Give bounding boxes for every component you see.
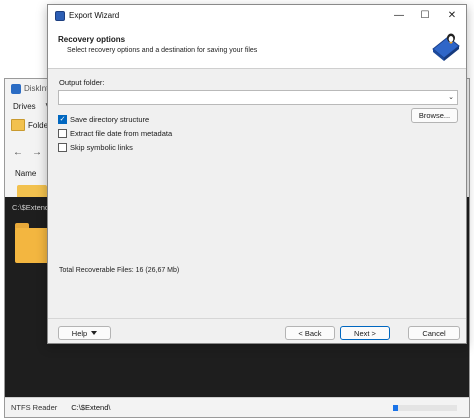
- status-path: C:\$Extend\: [71, 403, 111, 412]
- folder-icon: [11, 119, 25, 131]
- step-title: Recovery options: [58, 35, 126, 44]
- background-menu: Drives V: [13, 102, 51, 111]
- chevron-down-icon[interactable]: ⌄: [445, 91, 457, 104]
- toolbar-folder-label: Folde: [28, 120, 49, 130]
- current-path: C:\$Extend\: [12, 203, 52, 212]
- folder-icon[interactable]: [15, 223, 49, 263]
- back-button[interactable]: < Back: [285, 326, 335, 340]
- option-save-directory-structure[interactable]: ✓ Save directory structure: [58, 115, 149, 124]
- back-arrow-icon[interactable]: ←: [13, 147, 23, 158]
- total-recoverable-files: Total Recoverable Files: 16 (26,67 Mb): [59, 267, 180, 274]
- dialog-titlebar[interactable]: Export Wizard — ☐ ✕: [48, 5, 466, 27]
- forward-arrow-icon[interactable]: →: [32, 147, 42, 158]
- option-extract-file-date[interactable]: Extract file date from metadata: [58, 129, 172, 138]
- app-icon: [11, 84, 21, 94]
- checkbox-checked-icon[interactable]: ✓: [58, 115, 67, 124]
- option-label: Extract file date from metadata: [70, 129, 173, 138]
- help-button-label: Help: [71, 328, 88, 338]
- help-button[interactable]: Help: [58, 326, 111, 340]
- close-icon[interactable]: ✕: [443, 8, 461, 24]
- minimize-icon[interactable]: —: [390, 8, 408, 24]
- export-wizard-dialog: Export Wizard — ☐ ✕ Recovery options Sel…: [47, 4, 467, 344]
- next-button[interactable]: Next >: [340, 326, 390, 340]
- output-folder-label: Output folder:: [59, 78, 105, 87]
- menu-item-drives[interactable]: Drives: [13, 102, 36, 111]
- output-folder-input[interactable]: [58, 90, 458, 105]
- folder-icon: [17, 185, 47, 197]
- option-skip-symbolic-links[interactable]: Skip symbolic links: [58, 143, 133, 152]
- step-subtitle: Select recovery options and a destinatio…: [67, 47, 258, 54]
- progress-bar: [393, 405, 457, 411]
- maximize-icon[interactable]: ☐: [416, 8, 434, 24]
- option-label: Save directory structure: [70, 115, 150, 124]
- option-label: Skip symbolic links: [70, 143, 133, 152]
- status-bar: NTFS Reader C:\$Extend\: [5, 397, 469, 417]
- dialog-title: Export Wizard: [69, 11, 120, 20]
- progress-fill: [393, 405, 399, 411]
- checkbox-icon[interactable]: [58, 129, 67, 138]
- wizard-header: Recovery options Select recovery options…: [48, 27, 466, 69]
- footer-divider: [48, 318, 466, 319]
- wizard-app-icon: [55, 11, 65, 21]
- caret-down-icon: [91, 331, 98, 335]
- recovery-logo-icon: [432, 33, 460, 61]
- status-reader: NTFS Reader: [11, 403, 58, 412]
- checkbox-icon[interactable]: [58, 143, 67, 152]
- cancel-button[interactable]: Cancel: [408, 326, 460, 340]
- background-toolbar[interactable]: Folde: [11, 119, 48, 131]
- column-header-name[interactable]: Name: [15, 169, 36, 178]
- browse-button[interactable]: Browse...: [411, 108, 458, 123]
